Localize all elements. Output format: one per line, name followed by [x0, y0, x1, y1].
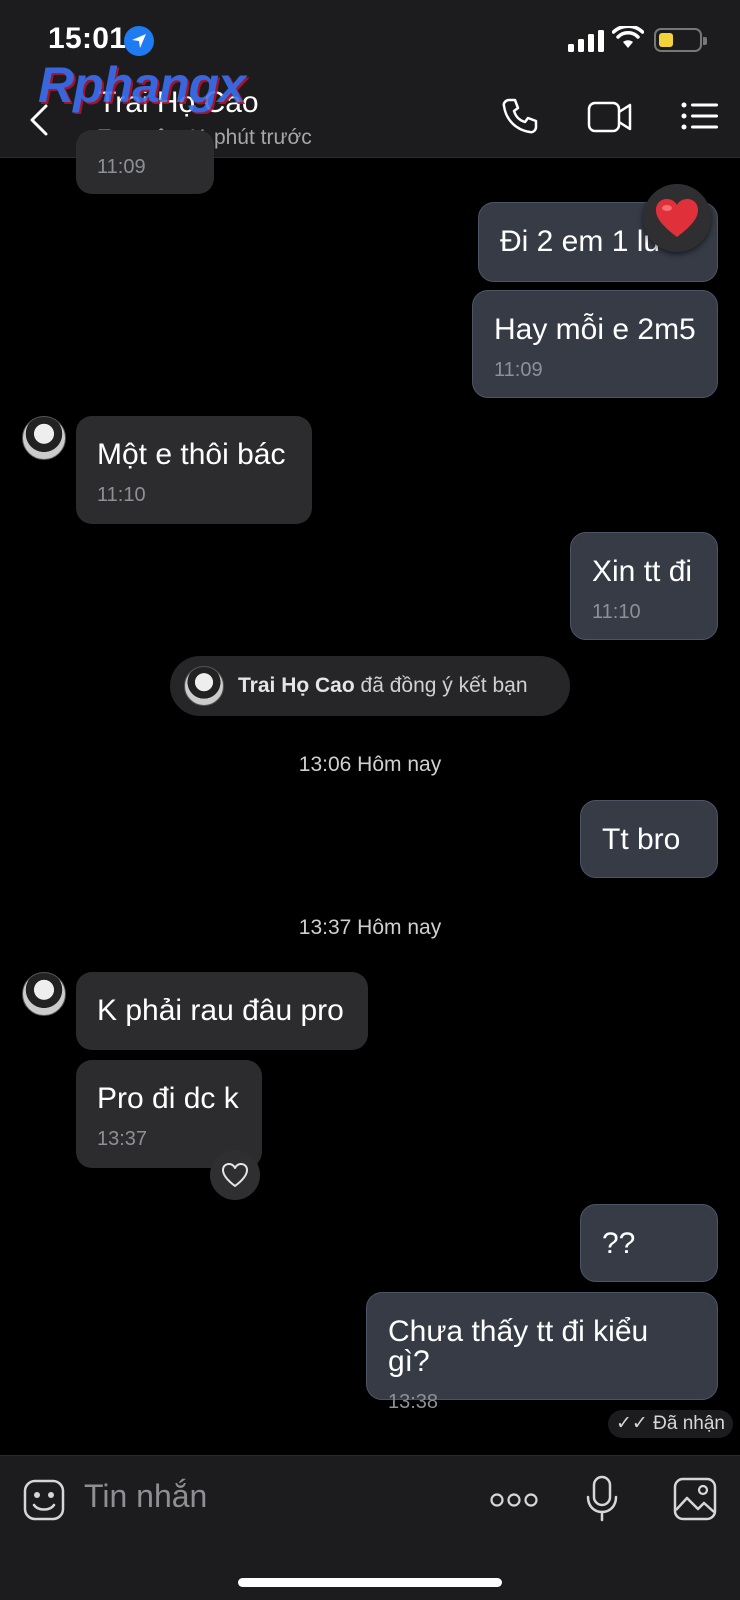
contact-avatar [184, 666, 224, 706]
time-divider: 13:37 Hôm nay [298, 916, 442, 939]
message-bubble-outgoing[interactable]: Hay mỗi e 2m5 11:09 [472, 290, 718, 398]
message-text: Một e thôi bác [97, 438, 286, 471]
message-text: Tt bro [602, 823, 681, 856]
heart-reaction-icon[interactable] [643, 184, 711, 252]
message-bubble-outgoing[interactable]: Xin tt đi 11:10 [570, 532, 718, 640]
phone-call-icon[interactable] [500, 96, 540, 136]
message-time: 11:10 [592, 601, 641, 623]
contact-avatar[interactable] [22, 972, 66, 1016]
message-time: 11:10 [97, 484, 146, 506]
message-text: Hay mỗi e 2m5 [494, 313, 696, 346]
message-bubble-outgoing[interactable]: Chưa thấy tt đi kiểu gì? 13:38 [366, 1292, 718, 1413]
location-arrow-icon [124, 26, 154, 56]
message-text: ?? [602, 1227, 636, 1260]
message-text: K phải rau đâu pro [97, 994, 344, 1027]
microphone-icon[interactable] [584, 1474, 620, 1524]
message-time: 13:37 [97, 1128, 148, 1150]
contact-avatar[interactable] [22, 416, 66, 460]
friend-accepted-notice: Trai Họ Cao đã đồng ý kết bạn [170, 656, 570, 716]
delivery-status-text: Đã nhận [653, 1413, 725, 1434]
time-divider: 13:06 Hôm nay [298, 753, 442, 776]
message-bubble-outgoing[interactable]: Tt bro [580, 800, 718, 878]
heart-outline-reaction-icon[interactable] [210, 1150, 260, 1200]
message-time: 11:09 [97, 156, 146, 178]
message-bubble-incoming[interactable]: 11:09 [76, 130, 214, 194]
message-bubble-incoming[interactable]: Một e thôi bác 11:10 [76, 416, 312, 524]
delivery-status: ✓✓ Đã nhận [608, 1410, 733, 1438]
image-gallery-icon[interactable] [672, 1476, 718, 1522]
message-bubble-incoming[interactable]: K phải rau đâu pro [76, 972, 368, 1050]
menu-list-icon[interactable] [680, 96, 720, 136]
system-action-text: đã đồng ý kết bạn [360, 674, 528, 697]
home-indicator[interactable] [238, 1578, 502, 1587]
sticker-emoji-icon[interactable] [22, 1478, 66, 1522]
system-contact-name: Trai Họ Cao [238, 674, 355, 697]
video-call-icon[interactable] [586, 96, 634, 136]
message-text: Pro đi dc k [97, 1082, 239, 1115]
message-text: Xin tt đi [592, 555, 693, 588]
message-text: Chưa thấy tt đi kiểu gì? [388, 1315, 649, 1378]
wifi-icon [612, 26, 644, 48]
message-input[interactable]: Tin nhắn [84, 1478, 207, 1515]
message-time: 11:09 [494, 359, 543, 381]
battery-icon [654, 28, 707, 52]
more-options-icon[interactable] [490, 1488, 538, 1512]
message-bubble-outgoing[interactable]: ?? [580, 1204, 718, 1282]
double-check-icon: ✓✓ [616, 1413, 648, 1434]
watermark-logo: Rphangx [38, 57, 246, 113]
cellular-signal-icon [568, 30, 604, 52]
status-time: 15:01 [48, 22, 127, 55]
